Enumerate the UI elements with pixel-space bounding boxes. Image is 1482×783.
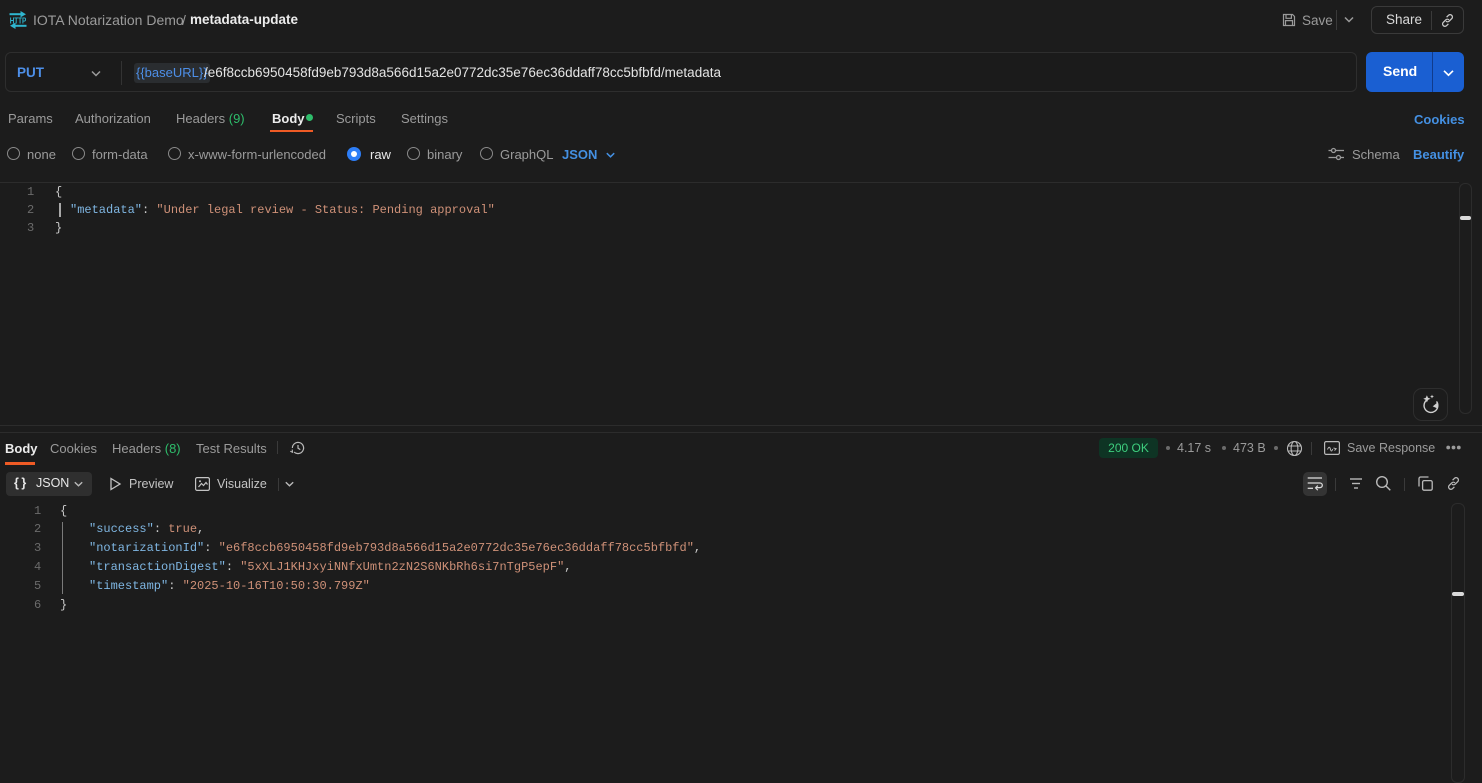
svg-text:HTTP: HTTP (10, 16, 27, 25)
